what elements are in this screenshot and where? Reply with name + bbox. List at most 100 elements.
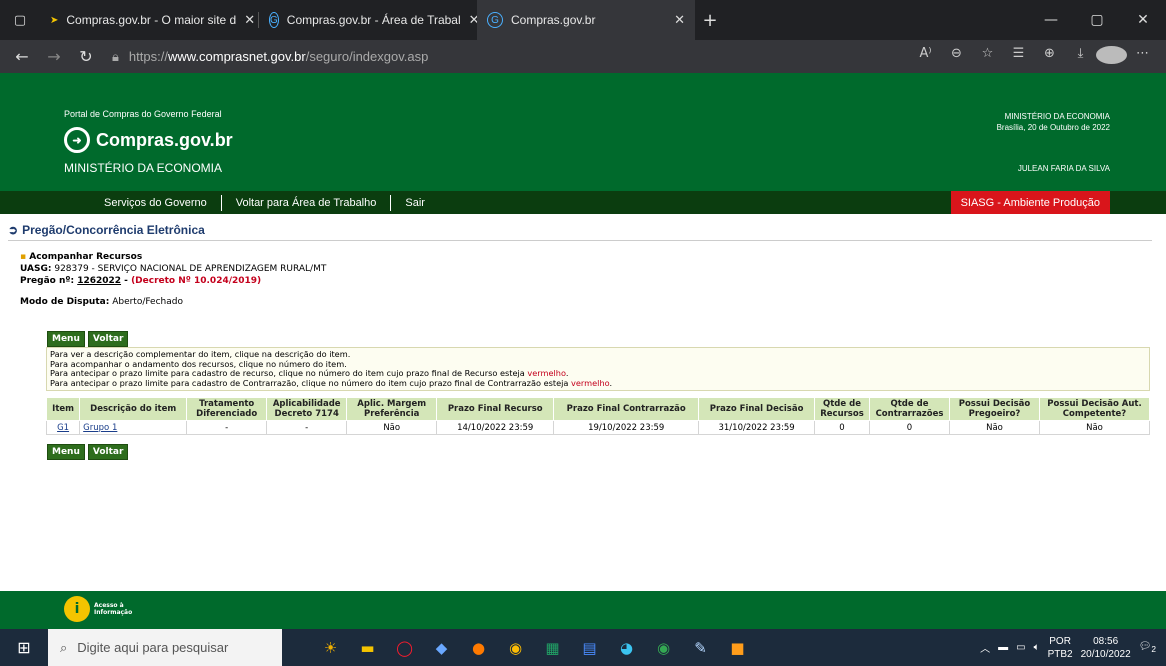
col-item: Item bbox=[45, 397, 81, 421]
item-link[interactable]: G1 bbox=[57, 423, 69, 433]
clock[interactable]: 08:56 20/10/2022 bbox=[1081, 635, 1131, 661]
close-icon[interactable]: ✕ bbox=[674, 12, 685, 28]
excel-icon[interactable]: ▦ bbox=[534, 629, 571, 666]
col-prazo-contrarrazao: Prazo Final Contrarrazão bbox=[553, 397, 700, 421]
taskbar-search[interactable]: ⌕ Digite aqui para pesquisar bbox=[48, 629, 282, 666]
favorite-add-icon[interactable]: ☆ bbox=[972, 46, 1003, 68]
favorites-icon[interactable]: ☰ bbox=[1003, 46, 1034, 68]
top-buttons: Menu Voltar bbox=[47, 331, 129, 347]
url-text: https://www.comprasnet.gov.br/seguro/ind… bbox=[128, 49, 429, 64]
tab-3[interactable]: G Compras.gov.br ✕ bbox=[477, 0, 695, 40]
menu-servicos-governo[interactable]: Serviços do Governo bbox=[90, 194, 222, 211]
col-qtde-contrarrazoes: Qtde de Contrarrazões bbox=[869, 397, 950, 421]
windows-start-icon[interactable]: ⊞ bbox=[0, 638, 48, 657]
chevron-up-icon[interactable]: ︿ bbox=[980, 640, 990, 655]
main-menu: Serviços do Governo Voltar para Área de … bbox=[0, 191, 1166, 214]
paint-icon[interactable]: ✎ bbox=[682, 629, 719, 666]
close-icon[interactable]: ✕ bbox=[244, 12, 255, 28]
bullet-icon: ▪ bbox=[20, 252, 27, 262]
bottom-buttons: Menu Voltar bbox=[47, 444, 129, 460]
tab-1[interactable]: ➤ Compras.gov.br - O maior site d ✕ bbox=[40, 0, 258, 40]
section-title: Acompanhar Recursos bbox=[29, 252, 143, 262]
close-window-icon[interactable]: ✕ bbox=[1120, 0, 1166, 40]
site-footer: i Acesso à Informação bbox=[0, 591, 1166, 629]
col-margem: Aplic. Margem Preferência bbox=[346, 397, 438, 421]
site-favicon-icon: G bbox=[487, 12, 503, 28]
arrow-icon: ➲ bbox=[8, 223, 19, 237]
profile-icon[interactable] bbox=[1096, 45, 1127, 68]
tab-1-title: Compras.gov.br - O maior site d bbox=[66, 13, 237, 27]
widget-icon[interactable]: ☀ bbox=[312, 629, 349, 666]
edge-icon[interactable]: ◕ bbox=[608, 629, 645, 666]
app-icon[interactable]: ◆ bbox=[423, 629, 460, 666]
col-decisao-autoridade: Possui Decisão Aut. Competente? bbox=[1039, 397, 1150, 421]
table-row: G1 Grupo 1 - - Não 14/10/2022 23:59 19/1… bbox=[45, 420, 1150, 435]
portal-caption: Portal de Compras do Governo Federal bbox=[64, 109, 222, 119]
chrome-alt-icon[interactable]: ◉ bbox=[645, 629, 682, 666]
new-tab-button[interactable]: + bbox=[695, 0, 725, 40]
menu-button[interactable]: Menu bbox=[47, 444, 85, 460]
firefox-icon[interactable]: ● bbox=[460, 629, 497, 666]
windows-taskbar: ⊞ ⌕ Digite aqui para pesquisar ☀ ▬ ◯ ◆ ●… bbox=[0, 629, 1166, 666]
modo-disputa-value: Aberto/Fechado bbox=[112, 297, 183, 307]
back-icon[interactable]: ← bbox=[6, 47, 38, 66]
notification-icon[interactable]: 💬︎2 bbox=[1139, 641, 1156, 654]
voltar-button[interactable]: Voltar bbox=[87, 444, 129, 460]
pregao-number: 1262022 bbox=[77, 276, 122, 286]
download-icon[interactable]: ⤓ bbox=[1065, 46, 1096, 68]
tab-2[interactable]: G Compras.gov.br - Área de Trabal ✕ bbox=[259, 0, 477, 40]
opera-icon[interactable]: ◯ bbox=[386, 629, 423, 666]
word-icon[interactable]: ▤ bbox=[571, 629, 608, 666]
menu-voltar-area-trabalho[interactable]: Voltar para Área de Trabalho bbox=[222, 194, 392, 211]
app-orange-icon[interactable]: ■ bbox=[719, 629, 756, 666]
system-tray: ︿ ▬ ▭ 🔈︎ POR PTB2 08:56 20/10/2022 💬︎2 bbox=[980, 635, 1166, 661]
minimize-icon[interactable]: — bbox=[1028, 0, 1074, 40]
volume-icon[interactable]: 🔈︎ bbox=[1034, 642, 1040, 653]
search-icon: ⌕ bbox=[60, 639, 68, 655]
more-icon[interactable]: ⋯ bbox=[1127, 46, 1158, 68]
read-aloud-icon[interactable]: A⁾ bbox=[910, 46, 941, 68]
prazo-contrarrazao-value: 19/10/2022 23:59 bbox=[553, 420, 700, 435]
prazo-recurso-value: 14/10/2022 23:59 bbox=[436, 420, 555, 435]
info-icon: i bbox=[64, 596, 90, 622]
item-description-link[interactable]: Grupo 1 bbox=[83, 423, 117, 433]
network-icon[interactable]: ▬ bbox=[998, 642, 1008, 653]
zoom-icon[interactable]: ⊖ bbox=[941, 46, 972, 68]
language-indicator[interactable]: POR PTB2 bbox=[1048, 635, 1073, 661]
decreto-text: (Decreto Nº 10.024/2019) bbox=[131, 276, 262, 286]
prazo-decisao-value: 31/10/2022 23:59 bbox=[698, 420, 815, 435]
site-favicon-icon: ➤ bbox=[50, 14, 59, 26]
tab-2-title: Compras.gov.br - Área de Trabal bbox=[286, 13, 461, 27]
tab-actions-icon[interactable]: ▢ bbox=[0, 0, 40, 40]
col-prazo-decisao: Prazo Final Decisão bbox=[698, 397, 815, 421]
address-bar: ← → ↻ 🔒︎ https://www.comprasnet.gov.br/s… bbox=[0, 40, 1166, 73]
refresh-icon[interactable]: ↻ bbox=[70, 47, 102, 66]
close-icon[interactable]: ✕ bbox=[469, 12, 477, 28]
page-title: ➲ Pregão/Concorrência Eletrônica bbox=[8, 223, 1152, 241]
header-ministry-date: MINISTÉRIO DA ECONOMIA Brasília, 20 de O… bbox=[996, 112, 1110, 132]
col-aplicabilidade: Aplicabilidade Decreto 7174 bbox=[266, 397, 348, 421]
site-favicon-icon: G bbox=[269, 12, 279, 28]
col-decisao-pregoeiro: Possui Decisão Pregoeiro? bbox=[949, 397, 1040, 421]
menu-button[interactable]: Menu bbox=[47, 331, 85, 347]
voltar-button[interactable]: Voltar bbox=[87, 331, 129, 347]
acesso-informacao-link[interactable]: i Acesso à Informação bbox=[64, 596, 132, 622]
maximize-icon[interactable]: ▢ bbox=[1074, 0, 1120, 40]
chrome-icon[interactable]: ◉ bbox=[497, 629, 534, 666]
forward-icon[interactable]: → bbox=[38, 47, 70, 66]
file-explorer-icon[interactable]: ▬ bbox=[349, 629, 386, 666]
table-header-row: Item Descrição do item Tratamento Difere… bbox=[45, 397, 1150, 421]
site-logo[interactable]: ➜ Compras.gov.br bbox=[64, 127, 233, 153]
col-prazo-recurso: Prazo Final Recurso bbox=[436, 397, 555, 421]
col-tratamento: Tratamento Diferenciado bbox=[186, 397, 268, 421]
logged-user: JULEAN FARIA DA SILVA bbox=[1017, 164, 1110, 173]
process-info: ▪ Acompanhar Recursos UASG: 928379 - SER… bbox=[20, 252, 327, 307]
instructions-box: Para ver a descrição complementar do ite… bbox=[46, 347, 1150, 391]
display-icon[interactable]: ▭ bbox=[1016, 642, 1025, 653]
recursos-table: Item Descrição do item Tratamento Difere… bbox=[45, 397, 1150, 435]
taskbar-apps: ☀ ▬ ◯ ◆ ● ◉ ▦ ▤ ◕ ◉ ✎ ■ bbox=[312, 629, 756, 666]
collections-icon[interactable]: ⊕ bbox=[1034, 46, 1065, 68]
col-descricao: Descrição do item bbox=[79, 397, 188, 421]
menu-sair[interactable]: Sair bbox=[391, 195, 439, 211]
url-field[interactable]: 🔒︎ https://www.comprasnet.gov.br/seguro/… bbox=[112, 49, 910, 65]
